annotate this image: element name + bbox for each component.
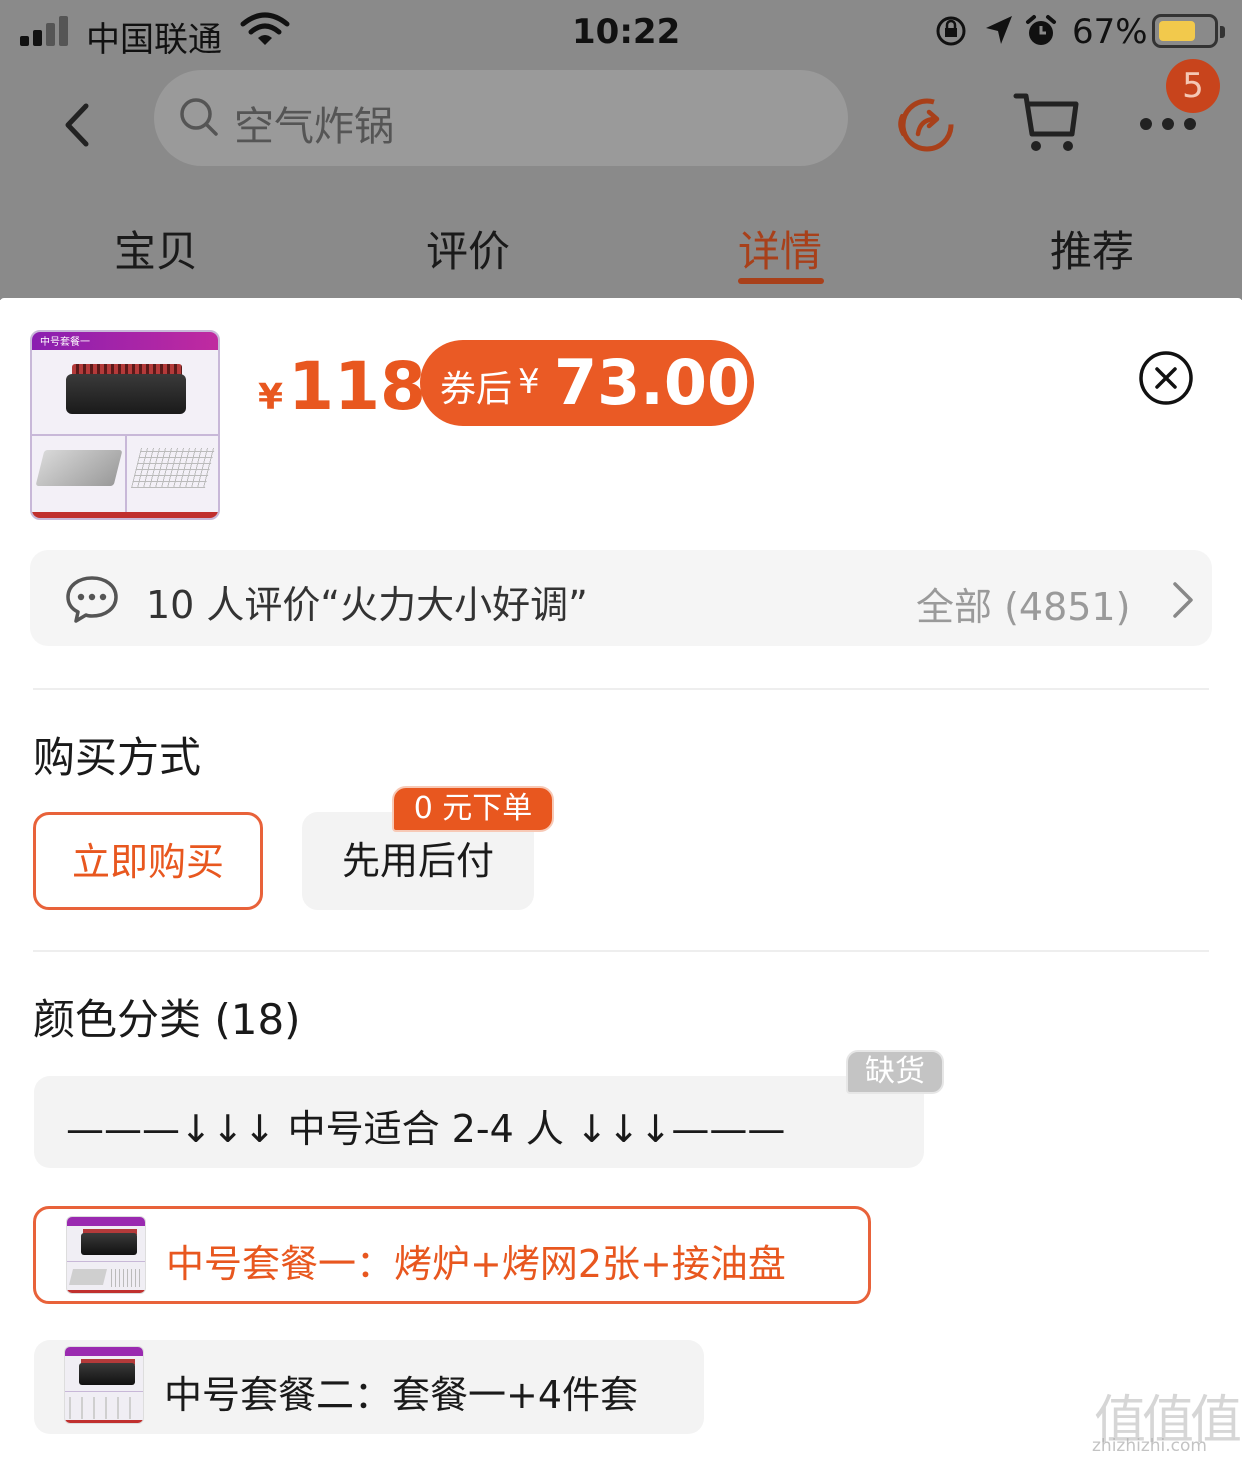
sku-option-label: 中号套餐一：烤炉+烤网2张+接油盘	[166, 1242, 786, 1286]
active-tab-indicator	[738, 278, 824, 284]
buy-now-option[interactable]: 立即购买	[33, 812, 263, 910]
out-of-stock-badge: 缺货	[846, 1050, 944, 1094]
search-icon	[180, 98, 218, 136]
chevron-right-icon	[1173, 582, 1193, 618]
review-highlight-text: 10 人评价“火力大小好调”	[146, 583, 588, 627]
purchase-method-title: 购买方式	[33, 733, 202, 782]
clock-time: 10:22	[572, 12, 681, 52]
wifi-icon	[240, 12, 290, 45]
coupon-price-pill: 券后 ¥ 73.00	[420, 340, 754, 426]
search-placeholder: 空气炸锅	[234, 104, 394, 150]
signal-icon	[20, 16, 72, 46]
review-summary-row[interactable]: 10 人评价“火力大小好调” 全部 (4851)	[30, 550, 1212, 646]
location-icon	[986, 16, 1012, 44]
coupon-label: 券后	[440, 369, 513, 410]
divider	[33, 950, 1209, 952]
sku-option-set-1[interactable]: 中号套餐一：烤炉+烤网2张+接油盘	[33, 1206, 871, 1304]
tab-recommend[interactable]: 推荐	[1050, 218, 1134, 279]
review-all-link[interactable]: 全部 (4851)	[916, 576, 1130, 631]
thumbnail-label: 中号套餐一	[40, 337, 90, 348]
coupon-price-value: 73.00	[554, 346, 751, 419]
tab-item[interactable]: 宝贝	[114, 218, 198, 279]
cart-icon[interactable]	[1012, 90, 1082, 156]
color-category-title: 颜色分类 (18)	[33, 995, 301, 1044]
product-thumbnail[interactable]: 中号套餐一	[30, 330, 220, 520]
watermark-url: zhizhizhi.com	[1092, 1436, 1207, 1456]
price-value: 118	[288, 348, 426, 425]
search-input[interactable]: 空气炸锅	[154, 70, 848, 166]
sku-option-label: ———↓↓↓ 中号适合 2-4 人 ↓↓↓———	[66, 1107, 786, 1151]
tab-reviews[interactable]: 评价	[426, 218, 510, 279]
back-icon[interactable]	[58, 100, 98, 150]
rotation-lock-icon	[936, 16, 966, 46]
top-nav-bar: 空气炸锅 5	[0, 59, 1242, 184]
sku-option-set-2[interactable]: 中号套餐二：套餐一+4件套	[34, 1340, 704, 1434]
status-bar: 中国联通 10:22 67%	[0, 0, 1242, 64]
dimmed-header-overlay[interactable]: 中国联通 10:22 67% 空气炸锅 5 宝贝 评价 详情 推荐	[0, 0, 1242, 300]
coupon-currency: ¥	[518, 362, 540, 402]
zero-down-badge: 0 元下单	[392, 786, 554, 832]
sku-thumbnail	[66, 1216, 146, 1294]
divider	[33, 688, 1209, 690]
tab-bar: 宝贝 评价 详情 推荐	[0, 200, 1242, 300]
cart-count-badge: 5	[1166, 59, 1220, 113]
battery-percentage: 67%	[1072, 12, 1148, 52]
sku-option-label: 中号套餐二：套餐一+4件套	[164, 1373, 639, 1417]
sku-option-header[interactable]: ———↓↓↓ 中号适合 2-4 人 ↓↓↓———	[34, 1076, 924, 1168]
tab-details[interactable]: 详情	[738, 218, 822, 279]
original-price: ¥ 118	[258, 348, 426, 425]
carrier-name: 中国联通	[86, 20, 222, 60]
site-watermark: 值值值 zhizhizhi.com	[1090, 1378, 1242, 1458]
alarm-icon	[1026, 15, 1056, 45]
close-icon[interactable]	[1138, 350, 1194, 406]
sku-thumbnail	[64, 1346, 144, 1424]
share-icon[interactable]	[894, 92, 960, 158]
more-icon[interactable]	[1138, 114, 1198, 134]
currency-symbol: ¥	[258, 377, 284, 418]
chat-bubble-icon	[66, 576, 118, 623]
sku-selection-sheet: 中号套餐一 ¥ 118 券后 ¥ 73.00 10 人评价“火力大小好调” 全部…	[0, 298, 1242, 1459]
battery-icon	[1152, 14, 1225, 48]
